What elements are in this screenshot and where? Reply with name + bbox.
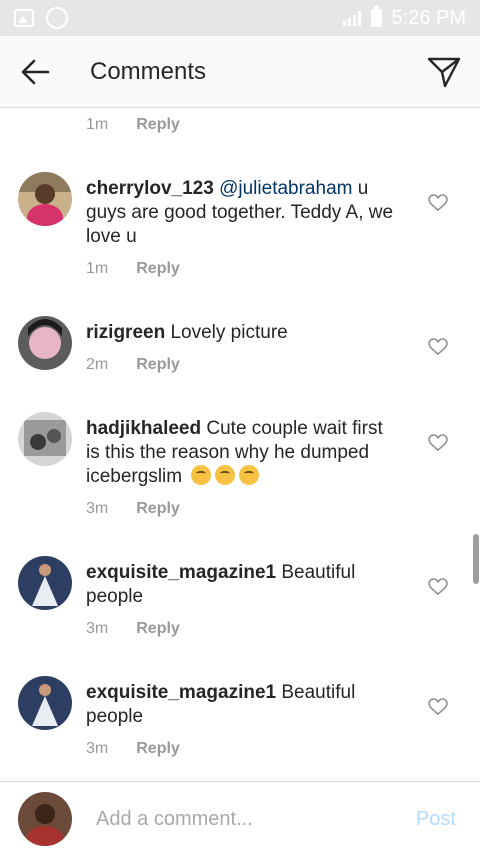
status-right: 5:26 PM: [342, 6, 466, 30]
like-heart-icon[interactable]: [428, 578, 448, 596]
comment-time: 1m: [86, 116, 109, 133]
avatar[interactable]: [18, 172, 72, 226]
comment-text: exquisite_magazine1 Beautiful people: [86, 681, 396, 729]
comment-meta: 1m Reply: [86, 116, 180, 134]
avatar[interactable]: [18, 676, 72, 730]
avatar[interactable]: [18, 412, 72, 466]
comments-header: Comments: [0, 36, 480, 108]
reply-button[interactable]: Reply: [136, 356, 180, 374]
comment-username[interactable]: hadjikhaleed: [86, 418, 201, 439]
whatsapp-notification-icon: [46, 7, 68, 29]
comment-username[interactable]: cherrylov_123: [86, 178, 214, 199]
comment-username[interactable]: exquisite_magazine1: [86, 682, 276, 703]
reply-button[interactable]: Reply: [136, 740, 180, 758]
my-avatar: [18, 792, 72, 846]
like-heart-icon[interactable]: [428, 698, 448, 716]
like-heart-icon[interactable]: [428, 338, 448, 356]
thinking-emoji-icon: [191, 465, 212, 485]
like-heart-icon[interactable]: [428, 194, 448, 212]
comment-time: 1m: [86, 260, 109, 277]
comment-body: Lovely picture: [170, 322, 288, 343]
avatar[interactable]: [18, 316, 72, 370]
direct-send-icon[interactable]: [426, 54, 462, 90]
back-arrow-icon[interactable]: [20, 58, 50, 86]
comment-meta: 3m Reply: [86, 500, 180, 518]
page-title: Comments: [90, 58, 207, 85]
comment-meta: 2m Reply: [86, 356, 180, 374]
reply-button[interactable]: Reply: [136, 260, 180, 278]
comment-username[interactable]: exquisite_magazine1: [86, 562, 276, 583]
add-comment-bar: Post: [0, 781, 480, 854]
status-time: 5:26 PM: [391, 6, 466, 29]
comment-meta: 1m Reply: [86, 260, 180, 278]
comment-text: exquisite_magazine1 Beautiful people: [86, 561, 396, 609]
comment-text: cherrylov_123 @julietabraham u guys are …: [86, 177, 396, 249]
comment-text: rizigreen Lovely picture: [86, 321, 396, 345]
comment-input[interactable]: [96, 804, 396, 834]
thinking-emoji-icon: [239, 465, 260, 485]
battery-icon: [370, 6, 382, 27]
comment-time: 3m: [86, 740, 109, 757]
comment-text: hadjikhaleed Cute couple wait first is t…: [86, 417, 396, 489]
post-button[interactable]: Post: [416, 808, 456, 831]
signal-icon: [342, 10, 361, 26]
status-left-icons: [14, 7, 68, 29]
comment-meta: 3m Reply: [86, 740, 180, 758]
comments-list[interactable]: 1m Reply cherrylov_123 @julietabraham u …: [0, 109, 480, 781]
comment-username[interactable]: rizigreen: [86, 322, 165, 343]
avatar[interactable]: [18, 556, 72, 610]
comment-time: 2m: [86, 356, 109, 373]
comment-time: 3m: [86, 500, 109, 517]
thinking-emoji-icon: [215, 465, 236, 485]
like-heart-icon[interactable]: [428, 434, 448, 452]
reply-button[interactable]: Reply: [136, 500, 180, 518]
gallery-notification-icon: [14, 9, 34, 27]
comment-time: 3m: [86, 620, 109, 637]
reply-button[interactable]: Reply: [136, 620, 180, 638]
reply-button[interactable]: Reply: [136, 116, 180, 134]
status-bar: 5:26 PM: [0, 0, 480, 36]
comment-meta: 3m Reply: [86, 620, 180, 638]
scrollbar-thumb[interactable]: [473, 534, 479, 584]
comment-mention[interactable]: @julietabraham: [219, 178, 352, 199]
